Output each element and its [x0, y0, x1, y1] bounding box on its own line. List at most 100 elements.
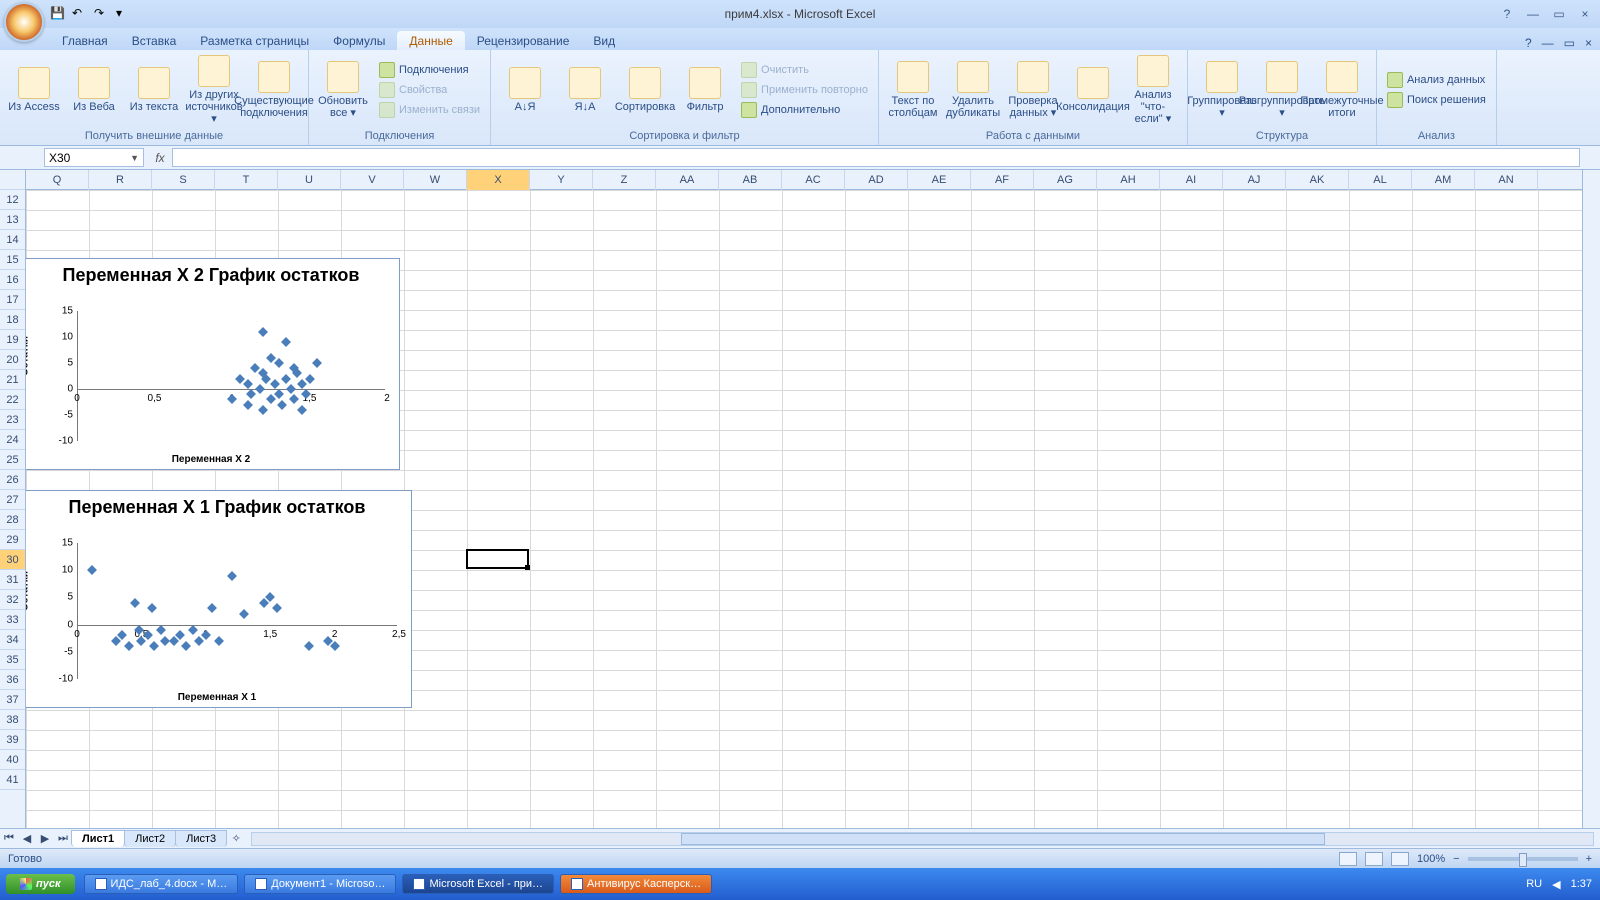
- row-header-14[interactable]: 14: [0, 230, 25, 250]
- row-header-21[interactable]: 21: [0, 370, 25, 390]
- formula-input[interactable]: [172, 148, 1580, 167]
- col-header-X[interactable]: X: [467, 170, 530, 190]
- zoom-in-icon[interactable]: +: [1586, 853, 1592, 865]
- selected-cell[interactable]: [466, 549, 529, 569]
- col-header-S[interactable]: S: [152, 170, 215, 190]
- col-header-W[interactable]: W: [404, 170, 467, 190]
- sheet-nav-last[interactable]: ⏭: [54, 832, 72, 845]
- ribbon-а-я[interactable]: А↓Я: [497, 65, 553, 115]
- col-header-AI[interactable]: AI: [1160, 170, 1223, 190]
- col-header-AL[interactable]: AL: [1349, 170, 1412, 190]
- row-header-38[interactable]: 38: [0, 710, 25, 730]
- col-header-Y[interactable]: Y: [530, 170, 593, 190]
- ribbon-из-access[interactable]: Из Access: [6, 65, 62, 115]
- name-box[interactable]: X30 ▼: [44, 148, 144, 167]
- taskbar-item[interactable]: Антивирус Касперск…: [560, 874, 712, 894]
- ribbon-текст-по-столбцам[interactable]: Текст по столбцам: [885, 59, 941, 121]
- row-header-26[interactable]: 26: [0, 470, 25, 490]
- ribbon-min-icon[interactable]: —: [1542, 36, 1554, 50]
- zoom-slider[interactable]: [1468, 857, 1578, 861]
- tab-формулы[interactable]: Формулы: [321, 31, 397, 50]
- ribbon-фильтр[interactable]: Фильтр: [677, 65, 733, 115]
- view-layout-icon[interactable]: [1365, 852, 1383, 866]
- row-header-40[interactable]: 40: [0, 750, 25, 770]
- tray-icon[interactable]: ◀: [1552, 878, 1560, 891]
- row-header-18[interactable]: 18: [0, 310, 25, 330]
- row-header-29[interactable]: 29: [0, 530, 25, 550]
- tab-разметка страницы[interactable]: Разметка страницы: [188, 31, 321, 50]
- tray-lang[interactable]: RU: [1526, 878, 1542, 890]
- view-break-icon[interactable]: [1391, 852, 1409, 866]
- row-header-27[interactable]: 27: [0, 490, 25, 510]
- ribbon-дополнительно[interactable]: Дополнительно: [737, 101, 872, 119]
- sheet-tab-Лист3[interactable]: Лист3: [175, 830, 227, 847]
- sheet-nav-prev[interactable]: ◀: [18, 832, 36, 845]
- qat-more-icon[interactable]: ▾: [116, 6, 132, 22]
- ribbon-я-а[interactable]: Я↓А: [557, 65, 613, 115]
- row-header-30[interactable]: 30: [0, 550, 25, 570]
- col-header-AN[interactable]: AN: [1475, 170, 1538, 190]
- row-header-16[interactable]: 16: [0, 270, 25, 290]
- ribbon-restore-icon[interactable]: ▭: [1564, 36, 1575, 50]
- col-header-AD[interactable]: AD: [845, 170, 908, 190]
- vertical-scrollbar[interactable]: [1582, 170, 1600, 828]
- row-header-12[interactable]: 12: [0, 190, 25, 210]
- row-header-28[interactable]: 28: [0, 510, 25, 530]
- row-header-19[interactable]: 19: [0, 330, 25, 350]
- sheet-tab-Лист2[interactable]: Лист2: [124, 830, 176, 847]
- view-normal-icon[interactable]: [1339, 852, 1357, 866]
- row-header-33[interactable]: 33: [0, 610, 25, 630]
- help-icon[interactable]: ?: [1498, 7, 1516, 21]
- name-box-dropdown-icon[interactable]: ▼: [130, 153, 139, 163]
- new-sheet-icon[interactable]: ✧: [227, 832, 245, 845]
- horizontal-scrollbar[interactable]: [251, 832, 1594, 846]
- row-header-39[interactable]: 39: [0, 730, 25, 750]
- col-header-AB[interactable]: AB: [719, 170, 782, 190]
- zoom-out-icon[interactable]: −: [1453, 853, 1459, 865]
- ribbon-анализ-данных[interactable]: Анализ данных: [1383, 71, 1490, 89]
- col-header-U[interactable]: U: [278, 170, 341, 190]
- col-header-AA[interactable]: AA: [656, 170, 719, 190]
- col-header-AC[interactable]: AC: [782, 170, 845, 190]
- close-inner-icon[interactable]: ×: [1576, 7, 1594, 21]
- row-header-13[interactable]: 13: [0, 210, 25, 230]
- row-header-22[interactable]: 22: [0, 390, 25, 410]
- col-header-AF[interactable]: AF: [971, 170, 1034, 190]
- taskbar-item[interactable]: Документ1 - Microso…: [244, 874, 396, 894]
- row-header-37[interactable]: 37: [0, 690, 25, 710]
- sheet-tab-Лист1[interactable]: Лист1: [71, 830, 125, 847]
- row-header-20[interactable]: 20: [0, 350, 25, 370]
- row-header-23[interactable]: 23: [0, 410, 25, 430]
- min-inner-icon[interactable]: —: [1524, 7, 1542, 21]
- row-header-25[interactable]: 25: [0, 450, 25, 470]
- sheet-nav-first[interactable]: ⏮: [0, 832, 18, 845]
- row-header-32[interactable]: 32: [0, 590, 25, 610]
- col-header-T[interactable]: T: [215, 170, 278, 190]
- ribbon-проверка-данных-[interactable]: Проверка данных ▾: [1005, 59, 1061, 121]
- col-header-AH[interactable]: AH: [1097, 170, 1160, 190]
- ribbon-промежуточные-итоги[interactable]: Промежуточные итоги: [1314, 59, 1370, 121]
- ribbon-анализ-что-если-[interactable]: Анализ "что-если" ▾: [1125, 53, 1181, 127]
- col-header-AK[interactable]: AK: [1286, 170, 1349, 190]
- ribbon-консолидация[interactable]: Консолидация: [1065, 65, 1121, 115]
- col-header-Q[interactable]: Q: [26, 170, 89, 190]
- ribbon-close-icon[interactable]: ×: [1585, 36, 1592, 50]
- ribbon-обновить-все-[interactable]: Обновить все ▾: [315, 59, 371, 121]
- col-header-AJ[interactable]: AJ: [1223, 170, 1286, 190]
- redo-icon[interactable]: ↷: [94, 6, 110, 22]
- ribbon-из-веба[interactable]: Из Веба: [66, 65, 122, 115]
- row-header-34[interactable]: 34: [0, 630, 25, 650]
- col-header-AE[interactable]: AE: [908, 170, 971, 190]
- sheet-nav-next[interactable]: ▶: [36, 832, 54, 845]
- ribbon-help-icon[interactable]: ?: [1525, 36, 1532, 50]
- row-header-24[interactable]: 24: [0, 430, 25, 450]
- office-button[interactable]: [4, 2, 44, 42]
- restore-inner-icon[interactable]: ▭: [1550, 7, 1568, 21]
- col-header-V[interactable]: V: [341, 170, 404, 190]
- taskbar-item[interactable]: ИДС_лаб_4.docx - M…: [84, 874, 239, 894]
- ribbon-сортировка[interactable]: Сортировка: [617, 65, 673, 115]
- start-button[interactable]: пуск: [6, 874, 75, 894]
- tab-вид[interactable]: Вид: [581, 31, 627, 50]
- row-header-15[interactable]: 15: [0, 250, 25, 270]
- tab-вставка[interactable]: Вставка: [120, 31, 189, 50]
